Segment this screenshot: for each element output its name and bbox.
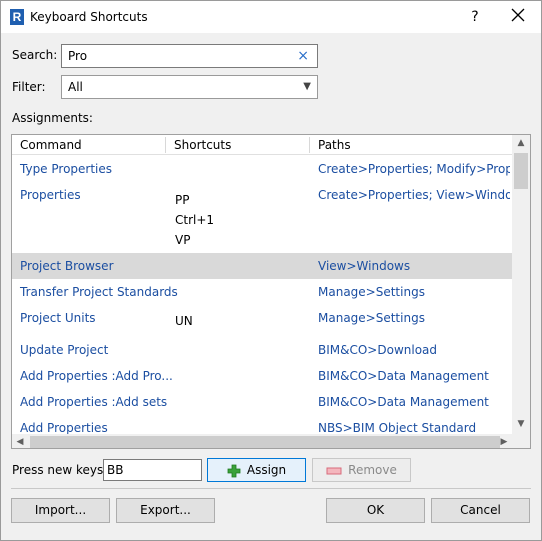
assignments-label: Assignments: <box>12 111 93 125</box>
command-cell: Update Project <box>20 343 109 357</box>
horizontal-scroll-thumb[interactable] <box>30 436 500 448</box>
export-button[interactable]: Export... <box>116 498 215 523</box>
scroll-down-icon[interactable]: ▼ <box>512 416 530 432</box>
shortcut-key: UN <box>175 314 193 328</box>
table-row[interactable]: Project Units UN Manage>Settings <box>12 305 512 337</box>
command-cell: Project Browser <box>20 259 114 273</box>
filter-value: All <box>68 80 83 94</box>
path-cell: NBS>BIM Object Standard <box>318 421 477 435</box>
remove-label: Remove <box>348 463 397 477</box>
shortcut-key: VP <box>175 233 191 247</box>
assignments-table[interactable]: Command Shortcuts Paths Type Properties … <box>11 134 531 449</box>
table-header: Command Shortcuts Paths <box>12 135 512 155</box>
filter-dropdown[interactable]: All ▼ <box>61 75 318 99</box>
vertical-scroll-thumb[interactable] <box>514 153 528 189</box>
press-new-keys-input[interactable]: BB <box>103 459 202 481</box>
ok-button[interactable]: OK <box>326 498 425 523</box>
column-header-shortcuts[interactable]: Shortcuts <box>166 135 309 155</box>
path-cell: BIM&CO>Data Management <box>318 395 489 409</box>
shortcut-key: PP <box>175 193 190 207</box>
search-label: Search: <box>12 48 58 62</box>
clear-search-icon[interactable]: × <box>297 45 309 67</box>
path-cell: BIM&CO>Data Management <box>318 369 489 383</box>
scroll-right-icon[interactable]: ▶ <box>496 434 512 448</box>
path-cell: Create>Properties; Modify>Prope... <box>318 162 510 176</box>
column-header-paths[interactable]: Paths <box>310 135 510 155</box>
dialog-title: Keyboard Shortcuts <box>30 10 148 24</box>
search-value: Pro <box>68 49 88 63</box>
close-button[interactable] <box>506 6 530 28</box>
chevron-down-icon: ▼ <box>303 81 311 92</box>
table-row[interactable]: Add Properties :Add sets BIM&CO>Data Man… <box>12 389 512 415</box>
new-keys-value: BB <box>107 463 124 477</box>
command-cell: Add Properties :Add Pro... <box>20 369 173 383</box>
shortcuts-cell: PP Ctrl+1 VP <box>175 190 214 250</box>
search-input[interactable]: Pro × <box>61 44 318 68</box>
command-cell: Project Units <box>20 311 96 325</box>
shortcuts-cell: UN <box>175 311 193 331</box>
path-cell: BIM&CO>Download <box>318 343 438 357</box>
command-cell: Transfer Project Standards <box>20 285 178 299</box>
revit-app-icon: R <box>10 9 24 25</box>
scroll-left-icon[interactable]: ◀ <box>12 434 28 448</box>
table-row[interactable]: Add Properties :Add Pro... BIM&CO>Data M… <box>12 363 512 389</box>
remove-button[interactable]: Remove <box>312 458 411 482</box>
path-cell: Create>Properties; View>Windo... <box>318 188 510 202</box>
plus-icon <box>227 464 241 477</box>
assign-label: Assign <box>246 463 287 477</box>
keyboard-shortcuts-dialog: R Keyboard Shortcuts ? Search: Pro × Fil… <box>0 0 542 541</box>
table-row[interactable]: Transfer Project Standards Manage>Settin… <box>12 279 512 305</box>
horizontal-scrollbar[interactable]: ◀ ▶ <box>12 434 512 448</box>
command-cell: Type Properties <box>20 162 113 176</box>
table-row[interactable]: Properties PP Ctrl+1 VP Create>Propertie… <box>12 182 512 253</box>
assign-button[interactable]: Assign <box>207 458 306 482</box>
path-cell: View>Windows <box>318 259 411 273</box>
table-row[interactable]: Type Properties Create>Properties; Modif… <box>12 156 512 182</box>
scroll-up-icon[interactable]: ▲ <box>512 135 530 151</box>
command-cell: Properties <box>20 188 81 202</box>
filter-label: Filter: <box>12 80 46 94</box>
table-row-selected[interactable]: Project Browser View>Windows <box>12 253 512 279</box>
command-cell: Add Properties :Add sets <box>20 395 168 409</box>
title-bar: R Keyboard Shortcuts ? <box>1 1 541 33</box>
shortcut-key: Ctrl+1 <box>175 213 215 227</box>
table-body: Type Properties Create>Properties; Modif… <box>12 156 512 435</box>
command-cell: Add Properties <box>20 421 108 435</box>
import-button[interactable]: Import... <box>11 498 110 523</box>
table-row[interactable]: Update Project BIM&CO>Download <box>12 337 512 363</box>
divider <box>11 488 531 489</box>
column-header-command[interactable]: Command <box>12 135 165 155</box>
path-cell: Manage>Settings <box>318 311 425 325</box>
cancel-button[interactable]: Cancel <box>431 498 530 523</box>
vertical-scrollbar[interactable]: ▲ ▼ <box>512 135 530 434</box>
minus-icon <box>326 467 342 474</box>
press-new-keys-label: Press new keys: <box>12 463 108 477</box>
close-icon <box>511 8 525 22</box>
path-cell: Manage>Settings <box>318 285 425 299</box>
scrollbar-corner <box>512 434 530 448</box>
help-button[interactable]: ? <box>466 7 484 27</box>
